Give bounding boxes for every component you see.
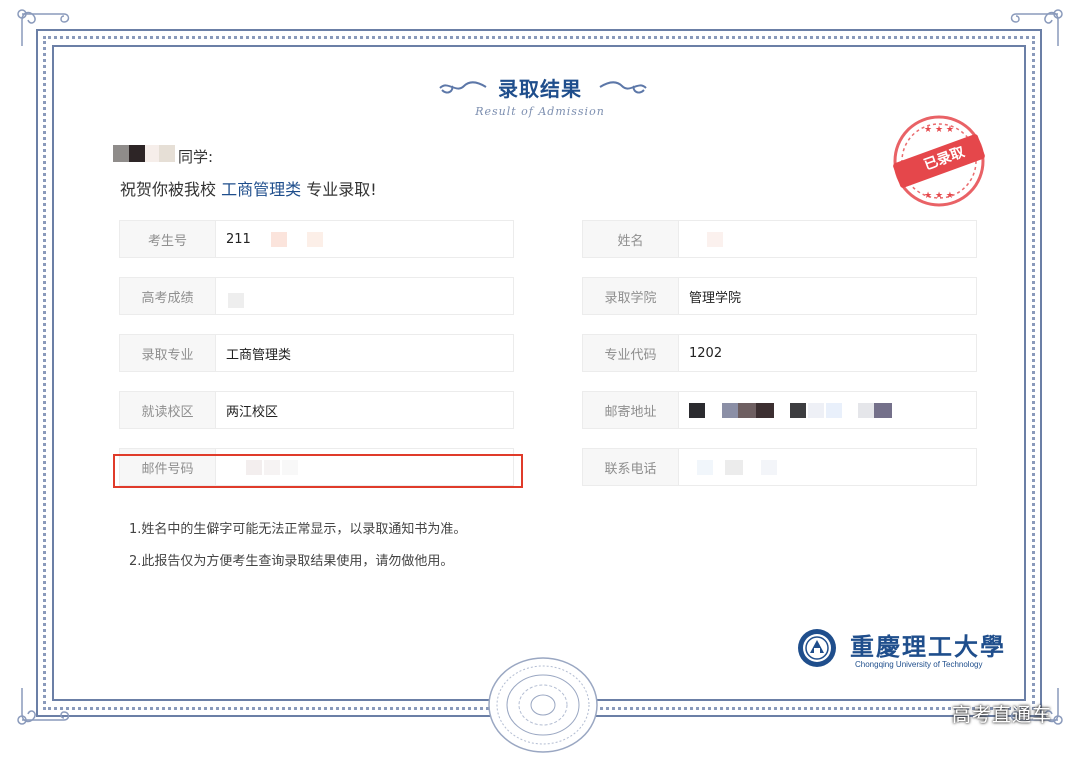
redacted-block [697, 459, 713, 475]
exam-number-value: 211 [226, 231, 251, 247]
redacted-block [761, 459, 777, 475]
watermark: 高考直通车 [951, 704, 1052, 726]
page-title: 录取结果 [498, 77, 582, 101]
field-exam-number: 考生号 211 [119, 220, 514, 258]
university-name-english: Chongqing University of Technology [855, 660, 983, 669]
field-value [679, 221, 976, 257]
field-value [679, 449, 976, 485]
field-address: 邮寄地址 [582, 391, 977, 429]
field-label: 录取专业 [120, 335, 216, 371]
redacted-block [722, 402, 738, 418]
university-emblem-icon [797, 628, 837, 668]
note-1: 1.姓名中的生僻字可能无法正常显示，以录取通知书为准。 [129, 522, 467, 537]
field-label: 录取学院 [583, 278, 679, 314]
field-label: 高考成绩 [120, 278, 216, 314]
field-major-code: 专业代码 1202 [582, 334, 977, 372]
admitted-stamp: ★ ★ ★ ★ ★ ★ 已录取 [892, 114, 986, 208]
note-2: 2.此报告仅为方便考生查询录取结果使用，请勿做他用。 [129, 554, 454, 569]
field-label: 邮寄地址 [583, 392, 679, 428]
redacted-block [725, 459, 743, 475]
redacted-block [306, 231, 323, 247]
redacted-block [228, 292, 244, 308]
svg-text:★ ★ ★: ★ ★ ★ [924, 125, 954, 135]
field-label: 就读校区 [120, 392, 216, 428]
redacted-block [689, 402, 705, 418]
field-label: 专业代码 [583, 335, 679, 371]
redacted-block [858, 402, 874, 418]
congratulation-text: 祝贺你被我校 工商管理类 专业录取! [120, 176, 377, 200]
campus-value: 两江校区 [226, 404, 279, 420]
certificate-panel [52, 45, 1026, 701]
university-name: 重慶理工大學 [850, 632, 1006, 661]
field-value [216, 278, 513, 314]
field-label: 考生号 [120, 221, 216, 257]
redacted-block [874, 402, 892, 418]
congrats-suffix: 专业录取! [306, 180, 377, 199]
field-college: 录取学院 管理学院 [582, 277, 977, 315]
swirl-ornament-icon [598, 78, 648, 96]
redacted-block [790, 402, 806, 418]
congrats-prefix: 祝贺你被我校 [120, 180, 217, 199]
major-value: 工商管理类 [226, 347, 292, 363]
field-label: 姓名 [583, 221, 679, 257]
redacted-block [738, 402, 756, 418]
redacted-name [113, 145, 179, 162]
redacted-block [808, 402, 824, 418]
redacted-block [270, 231, 287, 247]
college-value: 管理学院 [689, 290, 742, 306]
congrats-major: 工商管理类 [221, 180, 302, 199]
greeting-text: 同学: [178, 148, 214, 166]
field-major: 录取专业 工商管理类 [119, 334, 514, 372]
field-campus: 就读校区 两江校区 [119, 391, 514, 429]
field-phone: 联系电话 [582, 448, 977, 486]
major-code-value: 1202 [689, 345, 723, 361]
field-name: 姓名 [582, 220, 977, 258]
postcode-highlight-box [113, 454, 523, 488]
field-score: 高考成绩 [119, 277, 514, 315]
svg-text:★ ★ ★: ★ ★ ★ [924, 191, 954, 201]
redacted-block [756, 402, 774, 418]
field-value [679, 392, 976, 428]
corner-ornament-icon [1008, 6, 1066, 50]
corner-ornament-icon [14, 684, 72, 728]
corner-ornament-icon [14, 6, 72, 50]
redacted-block [826, 402, 842, 418]
redacted-block [707, 231, 723, 247]
field-value: 211 [216, 221, 513, 257]
medallion-ornament-icon [488, 656, 598, 754]
field-label: 联系电话 [583, 449, 679, 485]
